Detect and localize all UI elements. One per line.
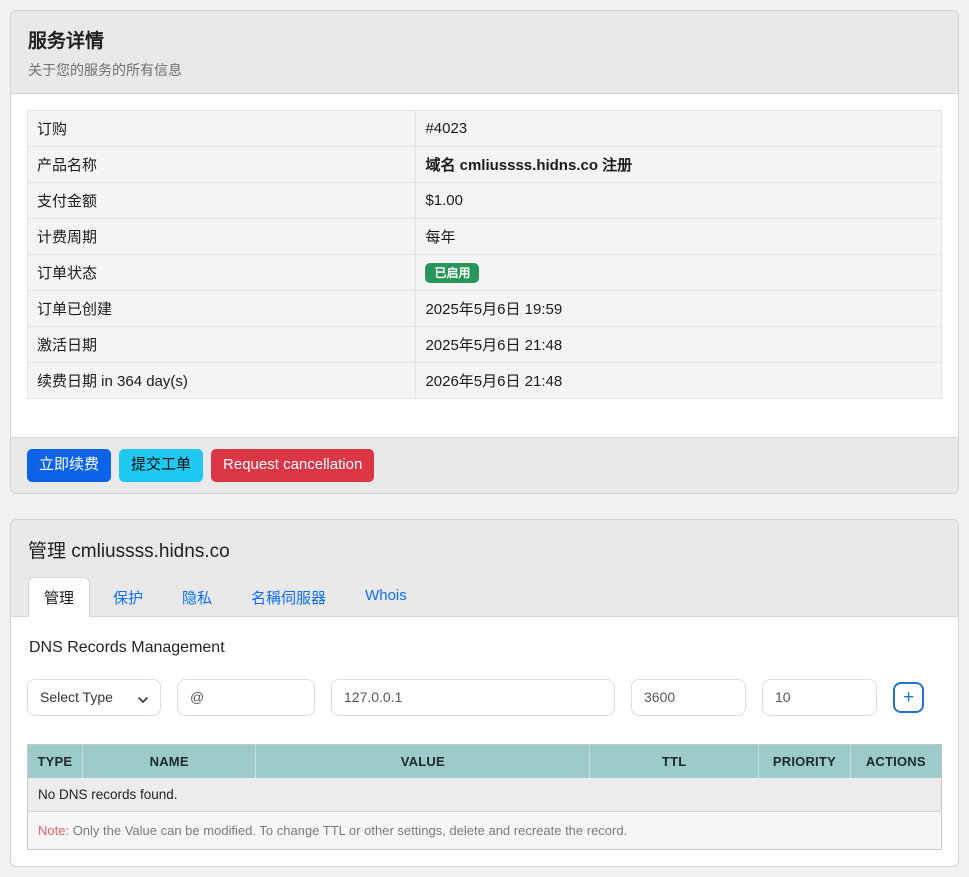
status-badge: 已启用 bbox=[425, 263, 479, 283]
chevron-down-icon bbox=[138, 692, 148, 702]
row-value: 2025年5月6日 19:59 bbox=[416, 291, 942, 327]
record-type-select-label: Select Type bbox=[40, 689, 113, 705]
record-priority-input[interactable] bbox=[762, 679, 877, 716]
manage-card-header: 管理 cmliussss.hidns.co 管理 保护 隐私 名稱伺服器 Who… bbox=[11, 520, 958, 617]
row-value: 域名 cmliussss.hidns.co 注册 bbox=[416, 147, 942, 183]
table-row-order-status: 订单状态 已启用 bbox=[28, 255, 942, 291]
record-ttl-input[interactable] bbox=[631, 679, 746, 716]
column-header-name: NAME bbox=[82, 744, 256, 778]
note-label: Note: bbox=[38, 823, 69, 838]
renew-now-button[interactable]: 立即续费 bbox=[27, 449, 111, 482]
column-header-priority: PRIORITY bbox=[759, 744, 850, 778]
page-title: 服务详情 bbox=[28, 26, 941, 53]
row-value: #4023 bbox=[416, 111, 942, 147]
row-value: 已启用 bbox=[416, 255, 942, 291]
page-subtitle: 关于您的服务的所有信息 bbox=[28, 60, 941, 80]
table-row-product-name: 产品名称 域名 cmliussss.hidns.co 注册 bbox=[28, 147, 942, 183]
dns-empty-row: No DNS records found. bbox=[28, 778, 942, 812]
service-details-table: 订购 #4023 产品名称 域名 cmliussss.hidns.co 注册 支… bbox=[27, 110, 942, 399]
row-label: 激活日期 bbox=[28, 327, 416, 363]
table-row-billing-cycle: 计费周期 每年 bbox=[28, 219, 942, 255]
record-type-select[interactable]: Select Type bbox=[27, 679, 161, 716]
service-card-body: 订购 #4023 产品名称 域名 cmliussss.hidns.co 注册 支… bbox=[11, 94, 958, 437]
row-label: 计费周期 bbox=[28, 219, 416, 255]
record-value-input[interactable] bbox=[331, 679, 615, 716]
dns-records-table: TYPE NAME VALUE TTL PRIORITY ACTIONS No … bbox=[27, 744, 942, 850]
dns-table-header-row: TYPE NAME VALUE TTL PRIORITY ACTIONS bbox=[28, 744, 942, 778]
row-label: 订购 bbox=[28, 111, 416, 147]
plus-icon: + bbox=[903, 688, 914, 707]
row-value: 2025年5月6日 21:48 bbox=[416, 327, 942, 363]
row-label: 订单状态 bbox=[28, 255, 416, 291]
service-card-footer: 立即续费 提交工单 Request cancellation bbox=[11, 437, 958, 493]
dns-section-heading: DNS Records Management bbox=[29, 639, 942, 657]
row-value: $1.00 bbox=[416, 183, 942, 219]
service-card-header: 服务详情 关于您的服务的所有信息 bbox=[11, 11, 958, 94]
row-label: 订单已创建 bbox=[28, 291, 416, 327]
row-label: 产品名称 bbox=[28, 147, 416, 183]
row-label: 支付金额 bbox=[28, 183, 416, 219]
tab-whois[interactable]: Whois bbox=[349, 577, 423, 617]
tab-manage[interactable]: 管理 bbox=[28, 577, 90, 617]
table-row-order-id: 订购 #4023 bbox=[28, 111, 942, 147]
row-value: 2026年5月6日 21:48 bbox=[416, 363, 942, 399]
row-value: 每年 bbox=[416, 219, 942, 255]
dns-add-record-form: Select Type + bbox=[27, 679, 942, 716]
table-row-order-created: 订单已创建 2025年5月6日 19:59 bbox=[28, 291, 942, 327]
request-cancellation-button[interactable]: Request cancellation bbox=[211, 449, 374, 482]
table-row-renewal-date: 续费日期 in 364 day(s) 2026年5月6日 21:48 bbox=[28, 363, 942, 399]
tab-nameservers[interactable]: 名稱伺服器 bbox=[235, 577, 342, 617]
manage-tabs: 管理 保护 隐私 名稱伺服器 Whois bbox=[28, 577, 941, 616]
tab-privacy[interactable]: 隐私 bbox=[166, 577, 228, 617]
dns-note-row: Note: Only the Value can be modified. To… bbox=[28, 811, 942, 849]
tab-protection[interactable]: 保护 bbox=[97, 577, 159, 617]
column-header-ttl: TTL bbox=[590, 744, 759, 778]
manage-card-body: DNS Records Management Select Type + TYP… bbox=[11, 617, 958, 866]
dns-note: Note: Only the Value can be modified. To… bbox=[28, 811, 942, 849]
note-text: Only the Value can be modified. To chang… bbox=[69, 823, 627, 838]
table-row-amount-paid: 支付金额 $1.00 bbox=[28, 183, 942, 219]
manage-domain-card: 管理 cmliussss.hidns.co 管理 保护 隐私 名稱伺服器 Who… bbox=[10, 519, 959, 867]
service-details-card: 服务详情 关于您的服务的所有信息 订购 #4023 产品名称 域名 cmlius… bbox=[10, 10, 959, 494]
column-header-value: VALUE bbox=[256, 744, 590, 778]
add-record-button[interactable]: + bbox=[893, 682, 924, 713]
manage-card-title: 管理 cmliussss.hidns.co bbox=[28, 536, 941, 563]
table-row-activation-date: 激活日期 2025年5月6日 21:48 bbox=[28, 327, 942, 363]
record-name-input[interactable] bbox=[177, 679, 315, 716]
submit-ticket-button[interactable]: 提交工单 bbox=[119, 449, 203, 482]
row-label: 续费日期 in 364 day(s) bbox=[28, 363, 416, 399]
dns-empty-message: No DNS records found. bbox=[28, 778, 942, 812]
column-header-type: TYPE bbox=[28, 744, 83, 778]
column-header-actions: ACTIONS bbox=[850, 744, 941, 778]
